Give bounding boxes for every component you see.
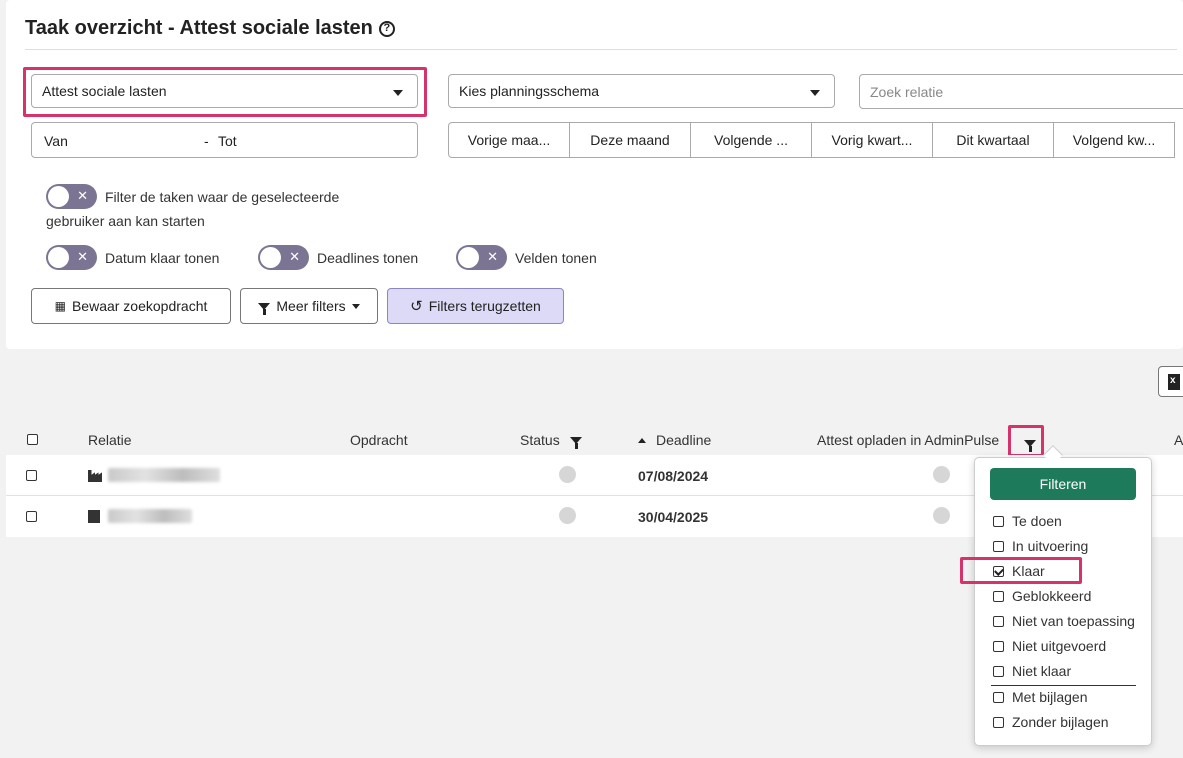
filter-option-not-executed[interactable]: Niet uitgevoerd <box>993 638 1106 654</box>
row-checkbox[interactable] <box>26 470 37 481</box>
column-header-status[interactable]: Status <box>520 432 582 449</box>
period-button-next-quarter[interactable]: Volgend kw... <box>1053 122 1175 158</box>
toggle-startable-row: ✕ Filter de taken waar de geselecteerde <box>46 184 339 209</box>
title-divider <box>25 49 1177 50</box>
save-search-button[interactable]: ▦ Bewaar zoekopdracht <box>31 288 231 324</box>
column-header-assignment[interactable]: Opdracht <box>350 432 408 448</box>
chevron-down-icon <box>810 90 820 96</box>
date-separator: - <box>204 133 209 149</box>
column-header-relation[interactable]: Relatie <box>88 432 132 448</box>
toggle-fields[interactable]: ✕ <box>456 245 507 270</box>
save-search-label: Bewaar zoekopdracht <box>71 298 208 314</box>
search-relation-input[interactable] <box>859 74 1183 109</box>
filter-option-not-applicable[interactable]: Niet van toepassing <box>993 613 1135 629</box>
reset-filters-label: Filters terugzetten <box>428 298 541 314</box>
sort-ascending-icon <box>638 437 646 443</box>
toggle-fields-label: Velden tonen <box>515 249 597 266</box>
save-icon: ▦ <box>54 299 66 313</box>
filter-icon[interactable] <box>569 436 582 449</box>
chevron-down-icon <box>393 90 403 96</box>
toggle-done-date-row: ✕ Datum klaar tonen <box>46 245 219 270</box>
period-button-prev-month[interactable]: Vorige maa... <box>448 122 570 158</box>
date-to-label: Tot <box>218 133 237 149</box>
date-from-label: Van <box>44 133 68 149</box>
option-checkbox[interactable] <box>993 691 1004 703</box>
toggle-deadlines-label: Deadlines tonen <box>317 249 419 266</box>
row-checkbox[interactable] <box>26 511 37 522</box>
period-button-group: Vorige maa... Deze maand Volgende ... Vo… <box>448 122 1175 158</box>
planning-schema-select-value: Kies planningsschema <box>459 83 600 99</box>
toggle-done-date[interactable]: ✕ <box>46 245 97 270</box>
filter-options-divider <box>991 685 1136 686</box>
task-type-select-value: Attest sociale lasten <box>42 83 167 99</box>
option-checkbox[interactable] <box>993 615 1004 627</box>
period-button-prev-quarter[interactable]: Vorig kwart... <box>811 122 933 158</box>
page-title: Taak overzicht - Attest sociale lasten ? <box>25 17 395 40</box>
filter-option-done[interactable]: Klaar <box>993 563 1045 579</box>
option-checkbox[interactable] <box>993 515 1004 527</box>
status-indicator <box>559 466 576 483</box>
column-header-upload[interactable]: Attest opladen in AdminPulse <box>817 432 1009 448</box>
question-circle-icon[interactable]: ? <box>378 20 395 37</box>
option-checkbox[interactable] <box>993 540 1004 552</box>
filter-icon <box>1024 439 1036 452</box>
reset-filters-button[interactable]: ↺ Filters terugzetten <box>387 288 564 324</box>
deadline-value: 30/04/2025 <box>638 509 709 525</box>
toggle-fields-row: ✕ Velden tonen <box>456 245 597 270</box>
column-header-extra[interactable]: A <box>1174 432 1183 448</box>
relation-name-redacted[interactable] <box>108 468 220 482</box>
toggle-done-date-label: Datum klaar tonen <box>105 249 220 266</box>
export-excel-button[interactable] <box>1158 366 1183 397</box>
task-type-select[interactable]: Attest sociale lasten <box>31 74 418 108</box>
chevron-down-icon <box>351 303 360 309</box>
period-button-this-month[interactable]: Deze maand <box>569 122 691 158</box>
planning-schema-select[interactable]: Kies planningsschema <box>448 74 835 108</box>
toggle-deadlines-row: ✕ Deadlines tonen <box>258 245 418 270</box>
undo-icon: ↺ <box>410 298 423 315</box>
upload-status-indicator <box>933 466 950 483</box>
toggle-deadlines[interactable]: ✕ <box>258 245 309 270</box>
period-button-this-quarter[interactable]: Dit kwartaal <box>932 122 1054 158</box>
filter-option-todo[interactable]: Te doen <box>993 513 1062 529</box>
deadline-value: 07/08/2024 <box>638 468 709 484</box>
option-checkbox-checked[interactable] <box>993 565 1004 577</box>
period-button-next-month[interactable]: Volgende ... <box>690 122 812 158</box>
option-checkbox[interactable] <box>993 716 1004 728</box>
building-icon <box>88 510 100 523</box>
apply-filter-button[interactable]: Filteren <box>990 468 1136 500</box>
filter-option-with-attachments[interactable]: Met bijlagen <box>993 689 1088 705</box>
company-icon <box>88 470 102 482</box>
filter-option-blocked[interactable]: Geblokkeerd <box>993 588 1091 604</box>
option-checkbox[interactable] <box>993 590 1004 602</box>
status-indicator <box>559 507 576 524</box>
date-range-input[interactable]: Van - Tot <box>31 122 418 158</box>
upload-status-indicator <box>933 507 950 524</box>
column-header-deadline[interactable]: Deadline <box>638 432 711 448</box>
more-filters-label: Meer filters <box>276 298 346 314</box>
status-filter-popover: Filteren Te doen In uitvoering Klaar Geb… <box>974 457 1152 746</box>
more-filters-button[interactable]: Meer filters <box>240 288 378 324</box>
filter-option-in-progress[interactable]: In uitvoering <box>993 538 1088 554</box>
relation-name-redacted[interactable] <box>108 509 192 523</box>
toggle-startable-label-cont: gebruiker aan kan starten <box>46 213 205 229</box>
option-checkbox[interactable] <box>993 640 1004 652</box>
excel-icon <box>1168 373 1180 390</box>
upload-column-filter-button[interactable] <box>1019 433 1041 453</box>
select-all-checkbox[interactable] <box>27 434 38 445</box>
toggle-startable-label: Filter de taken waar de geselecteerde <box>105 188 340 205</box>
toggle-startable[interactable]: ✕ <box>46 184 97 209</box>
filter-option-not-done[interactable]: Niet klaar <box>993 663 1071 679</box>
filter-option-without-attachments[interactable]: Zonder bijlagen <box>993 714 1109 730</box>
page-title-text: Taak overzicht - Attest sociale lasten <box>25 17 373 39</box>
filter-icon <box>258 302 271 315</box>
option-checkbox[interactable] <box>993 665 1004 677</box>
